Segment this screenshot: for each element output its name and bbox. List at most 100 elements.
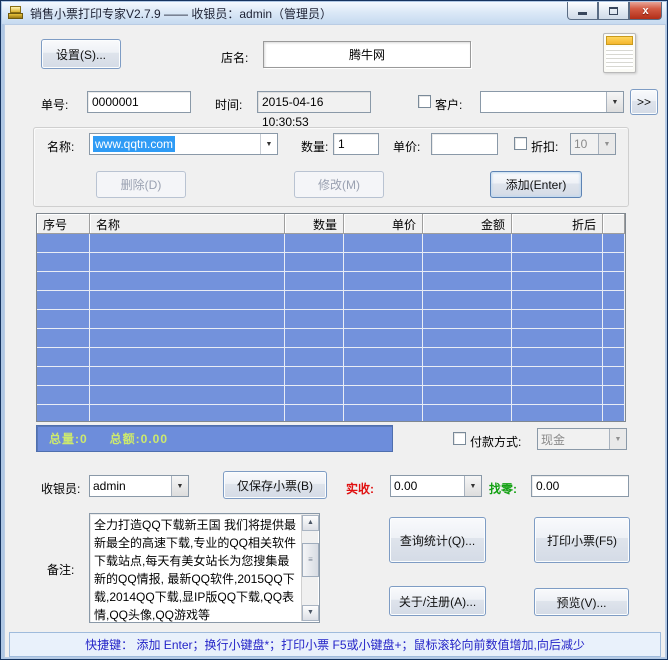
table-cell (344, 386, 423, 405)
table-column-header[interactable]: 单价 (344, 214, 423, 234)
table-cell (344, 367, 423, 386)
table-cell (512, 329, 603, 348)
table-cell (603, 367, 625, 386)
table-row[interactable] (37, 310, 625, 329)
table-cell (90, 272, 285, 291)
cashier-label: 收银员: (41, 480, 80, 497)
table-cell (90, 291, 285, 310)
table-column-header[interactable]: 折后 (512, 214, 603, 234)
table-cell (344, 272, 423, 291)
maximize-icon (609, 7, 618, 15)
add-button[interactable]: 添加(Enter) (490, 171, 582, 198)
items-table-header: 序号名称数量单价金额折后 (37, 214, 625, 234)
items-table[interactable]: 序号名称数量单价金额折后 (36, 213, 626, 422)
items-table-body[interactable] (37, 234, 625, 421)
table-cell (90, 234, 285, 253)
cashier-combobox[interactable]: admin ▼ (89, 475, 189, 497)
remarks-label: 备注: (47, 561, 74, 578)
table-cell (285, 310, 344, 329)
maximize-button[interactable] (598, 2, 629, 20)
close-button[interactable]: x (629, 2, 662, 20)
table-row[interactable] (37, 253, 625, 272)
table-cell (285, 367, 344, 386)
table-cell (344, 329, 423, 348)
table-column-header[interactable]: 名称 (90, 214, 285, 234)
settings-button[interactable]: 设置(S)... (41, 39, 121, 69)
discount-dropdown-arrow-icon: ▼ (598, 134, 615, 154)
scroll-up-icon[interactable]: ▲ (302, 515, 319, 531)
store-name-label: 店名: (221, 49, 248, 66)
time-label: 时间: (215, 96, 242, 113)
received-label: 实收: (346, 480, 374, 497)
totals-bar: 总量:0 总额:0.00 (36, 425, 393, 452)
table-row[interactable] (37, 348, 625, 367)
print-receipt-button[interactable]: 打印小票(F5) (534, 517, 630, 563)
received-dropdown-arrow-icon[interactable]: ▼ (464, 476, 481, 496)
change-input[interactable] (531, 475, 629, 497)
table-cell (423, 348, 512, 367)
time-value-box: 2015-04-16 10:30:53 (257, 91, 371, 113)
table-column-header[interactable] (603, 214, 625, 234)
minimize-button[interactable] (567, 2, 598, 20)
table-cell (344, 348, 423, 367)
calculator-icon[interactable] (603, 33, 636, 73)
remarks-text: 全力打造QQ下载新王国 我们将提供最新最全的高速下载,专业的QQ相关软件下载站点… (94, 518, 296, 622)
order-number-label: 单号: (41, 96, 68, 113)
scrollbar-thumb[interactable]: ≡ (302, 543, 319, 577)
table-row[interactable] (37, 386, 625, 405)
table-cell (90, 348, 285, 367)
payment-method-checkbox[interactable] (453, 432, 466, 445)
table-row[interactable] (37, 405, 625, 421)
save-receipt-button[interactable]: 仅保存小票(B) (223, 471, 327, 499)
table-cell (512, 272, 603, 291)
customer-combobox[interactable]: ▼ (480, 91, 624, 113)
customer-checkbox[interactable] (418, 95, 431, 108)
table-row[interactable] (37, 291, 625, 310)
table-column-header[interactable]: 数量 (285, 214, 344, 234)
preview-button[interactable]: 预览(V)... (534, 588, 629, 616)
table-cell (423, 367, 512, 386)
expand-button[interactable]: >> (630, 89, 658, 115)
table-cell (603, 291, 625, 310)
table-cell (512, 367, 603, 386)
table-cell (423, 405, 512, 421)
table-cell (37, 253, 90, 272)
table-cell (37, 386, 90, 405)
table-cell (37, 310, 90, 329)
unit-price-input[interactable] (431, 133, 498, 155)
customer-dropdown-arrow-icon[interactable]: ▼ (606, 92, 623, 112)
remarks-textarea[interactable]: 全力打造QQ下载新王国 我们将提供最新最全的高速下载,专业的QQ相关软件下载站点… (89, 513, 320, 623)
table-cell (285, 272, 344, 291)
about-register-button[interactable]: 关于/注册(A)... (389, 586, 486, 616)
table-cell (603, 234, 625, 253)
table-row[interactable] (37, 272, 625, 291)
table-cell (285, 291, 344, 310)
table-column-header[interactable]: 金额 (423, 214, 512, 234)
query-stats-button[interactable]: 查询统计(Q)... (389, 517, 486, 563)
quantity-input[interactable] (333, 133, 379, 155)
order-number-input[interactable] (87, 91, 191, 113)
title-bar[interactable]: 销售小票打印专家V2.7.9 —— 收银员：admin（管理员） x (2, 2, 666, 24)
table-cell (37, 329, 90, 348)
cashier-dropdown-arrow-icon[interactable]: ▼ (171, 476, 188, 496)
item-name-label: 名称: (47, 138, 74, 155)
table-cell (37, 272, 90, 291)
modify-button: 修改(M) (294, 171, 384, 198)
item-name-dropdown-arrow-icon[interactable]: ▼ (260, 134, 277, 154)
remarks-scrollbar[interactable]: ▲ ≡ ▼ (301, 515, 318, 621)
payment-dropdown-arrow-icon: ▼ (609, 429, 626, 449)
table-cell (603, 329, 625, 348)
table-cell (90, 367, 285, 386)
received-combobox[interactable]: 0.00 ▼ (390, 475, 482, 497)
discount-checkbox[interactable] (514, 137, 527, 150)
table-cell (603, 253, 625, 272)
table-cell (603, 310, 625, 329)
scroll-down-icon[interactable]: ▼ (302, 605, 319, 621)
table-cell (344, 253, 423, 272)
item-name-combobox[interactable]: www.qqtn.com ▼ (89, 133, 278, 155)
table-row[interactable] (37, 234, 625, 253)
table-column-header[interactable]: 序号 (37, 214, 90, 234)
total-quantity: 总量:0 (49, 430, 88, 447)
table-row[interactable] (37, 329, 625, 348)
table-row[interactable] (37, 367, 625, 386)
